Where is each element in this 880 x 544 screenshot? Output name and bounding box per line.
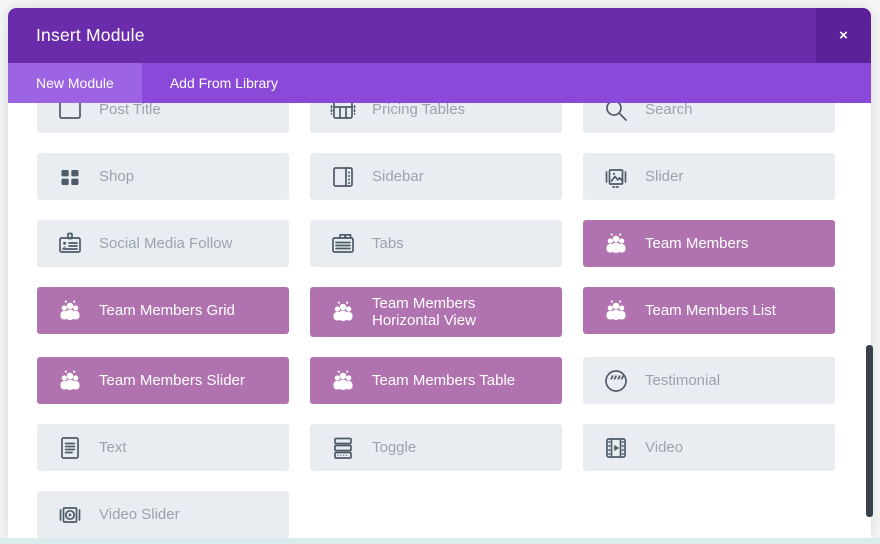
module-pricing-tables[interactable]: Pricing Tables bbox=[310, 103, 562, 133]
module-team-members-slider[interactable]: Team Members Slider bbox=[37, 357, 289, 404]
tab-new-module[interactable]: New Module bbox=[8, 63, 142, 103]
module-sidebar[interactable]: Sidebar bbox=[310, 153, 562, 200]
module-video[interactable]: Video bbox=[583, 424, 835, 471]
module-label: Team Members bbox=[645, 235, 748, 252]
module-tabs[interactable]: Tabs bbox=[310, 220, 562, 267]
close-button[interactable]: × bbox=[816, 8, 871, 63]
module-label: Video bbox=[645, 439, 683, 456]
module-label: Search bbox=[645, 103, 693, 118]
module-label: Social Media Follow bbox=[99, 235, 232, 252]
tab-add-from-library[interactable]: Add From Library bbox=[142, 63, 306, 103]
team-members-icon bbox=[55, 296, 85, 326]
module-label: Team Members List bbox=[645, 302, 776, 319]
module-team-members[interactable]: Team Members bbox=[583, 220, 835, 267]
team-members-icon bbox=[328, 297, 358, 327]
page-background-strip bbox=[0, 538, 880, 544]
module-grid: Post Title Pricing Tables Search Shop Sideba… bbox=[37, 103, 835, 538]
svg-text:””: ”” bbox=[609, 372, 624, 390]
team-members-icon bbox=[601, 229, 631, 259]
module-search[interactable]: Search bbox=[583, 103, 835, 133]
module-team-members-table[interactable]: Team Members Table bbox=[310, 357, 562, 404]
module-label: Team Members Table bbox=[372, 372, 515, 389]
team-members-icon bbox=[328, 366, 358, 396]
module-toggle[interactable]: Toggle bbox=[310, 424, 562, 471]
pricing-tables-icon bbox=[328, 103, 358, 125]
text-icon bbox=[55, 433, 85, 463]
module-social-media-follow[interactable]: Social Media Follow bbox=[37, 220, 289, 267]
module-text[interactable]: Text bbox=[37, 424, 289, 471]
social-media-follow-icon bbox=[55, 229, 85, 259]
module-team-members-grid[interactable]: Team Members Grid bbox=[37, 287, 289, 334]
module-video-slider[interactable]: Video Slider bbox=[37, 491, 289, 538]
insert-module-dialog: Insert Module × New ModuleAdd From Libra… bbox=[8, 8, 871, 538]
module-label: Slider bbox=[645, 168, 683, 185]
module-label: Tabs bbox=[372, 235, 404, 252]
team-members-icon bbox=[601, 296, 631, 326]
slider-icon bbox=[601, 162, 631, 192]
module-list-viewport: Post Title Pricing Tables Search Shop Sideba… bbox=[8, 103, 871, 538]
module-label: Post Title bbox=[99, 103, 161, 118]
shop-icon bbox=[55, 162, 85, 192]
module-label: Team Members Slider bbox=[99, 372, 245, 389]
module-label: Team Members Grid bbox=[99, 302, 235, 319]
module-slider[interactable]: Slider bbox=[583, 153, 835, 200]
module-label: Sidebar bbox=[372, 168, 424, 185]
module-label: Video Slider bbox=[99, 506, 180, 523]
module-shop[interactable]: Shop bbox=[37, 153, 289, 200]
module-testimonial[interactable]: ”” Testimonial bbox=[583, 357, 835, 404]
dialog-header: Insert Module × bbox=[8, 8, 871, 63]
module-team-members-horizontal-view[interactable]: Team Members Horizontal View bbox=[310, 287, 562, 337]
search-icon bbox=[601, 103, 631, 125]
module-label: Shop bbox=[99, 168, 134, 185]
team-members-icon bbox=[55, 366, 85, 396]
post-title-icon bbox=[55, 103, 85, 125]
scrollbar-thumb[interactable] bbox=[866, 345, 873, 517]
module-post-title[interactable]: Post Title bbox=[37, 103, 289, 133]
sidebar-icon bbox=[328, 162, 358, 192]
close-icon: × bbox=[839, 27, 848, 44]
module-label: Toggle bbox=[372, 439, 416, 456]
tab-bar: New ModuleAdd From Library bbox=[8, 63, 871, 103]
video-slider-icon bbox=[55, 500, 85, 530]
module-team-members-list[interactable]: Team Members List bbox=[583, 287, 835, 334]
module-label: Team Members Horizontal View bbox=[372, 295, 544, 329]
module-label: Testimonial bbox=[645, 372, 720, 389]
testimonial-icon: ”” bbox=[601, 366, 631, 396]
dialog-title: Insert Module bbox=[8, 25, 145, 46]
module-label: Pricing Tables bbox=[372, 103, 465, 118]
module-label: Text bbox=[99, 439, 127, 456]
tabs-icon bbox=[328, 229, 358, 259]
toggle-icon bbox=[328, 433, 358, 463]
video-icon bbox=[601, 433, 631, 463]
